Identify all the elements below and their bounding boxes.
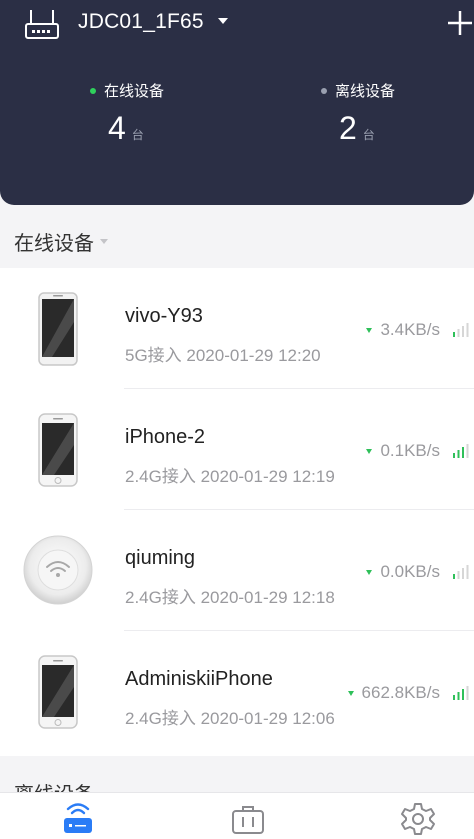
device-speed: 3.4KB/s <box>366 320 440 340</box>
device-speed-value: 0.0KB/s <box>380 562 440 581</box>
device-list: vivo-Y93 5G接入 2020-01-29 12:20 3.4KB/s i… <box>0 268 474 756</box>
iphone-icon <box>38 413 78 487</box>
app-screen: JDC01_1F65 在线设备 4台 离线设备 2台 在线设备 vivo-Y93… <box>0 0 474 839</box>
offline-count: 2 <box>339 110 357 146</box>
online-label: 在线设备 <box>104 83 165 100</box>
online-section-title: 在线设备 <box>14 233 94 255</box>
online-section-header[interactable]: 在线设备 <box>14 227 108 256</box>
phone-icon <box>38 292 78 366</box>
download-arrow-icon <box>347 690 354 696</box>
download-arrow-icon <box>366 569 373 575</box>
signal-weak-icon <box>453 323 469 337</box>
signal-strong-icon <box>453 686 469 700</box>
settings-gear-icon[interactable] <box>400 801 436 837</box>
device-name: qiuming <box>125 547 196 569</box>
iphone-icon <box>38 655 78 729</box>
offline-stat[interactable]: 离线设备 2台 <box>321 80 396 146</box>
signal-strong-icon <box>453 444 469 458</box>
bottom-tab-bar <box>0 792 474 839</box>
device-speed-value: 0.1KB/s <box>380 441 440 460</box>
online-dot-icon <box>90 87 96 94</box>
online-unit: 台 <box>131 128 144 142</box>
device-connection-info: 5G接入 2020-01-29 12:20 <box>125 346 321 365</box>
router-wifi-icon[interactable] <box>60 801 96 837</box>
device-connection-info: 2.4G接入 2020-01-29 12:06 <box>125 709 335 728</box>
device-speed-value: 3.4KB/s <box>380 320 440 339</box>
signal-weak-icon <box>453 565 469 579</box>
caret-down-icon[interactable] <box>218 18 228 24</box>
router-icon[interactable] <box>24 8 60 42</box>
online-stat[interactable]: 在线设备 4台 <box>90 80 165 146</box>
download-arrow-icon <box>366 327 373 333</box>
device-speed-value: 662.8KB/s <box>361 683 440 702</box>
device-row[interactable]: iPhone-2 2.4G接入 2020-01-29 12:19 0.1KB/s <box>0 389 474 510</box>
download-arrow-icon <box>366 448 373 454</box>
router-name[interactable]: JDC01_1F65 <box>78 10 204 34</box>
online-count: 4 <box>108 110 126 146</box>
device-speed: 662.8KB/s <box>347 683 440 703</box>
device-name: vivo-Y93 <box>125 305 203 327</box>
device-row[interactable]: vivo-Y93 5G接入 2020-01-29 12:20 3.4KB/s <box>0 268 474 389</box>
caret-down-icon <box>100 239 108 244</box>
wifi-device-icon <box>23 535 93 605</box>
device-row[interactable]: AdminiskiiPhone 2.4G接入 2020-01-29 12:06 … <box>0 631 474 752</box>
plus-icon[interactable] <box>447 10 473 36</box>
device-speed: 0.1KB/s <box>366 441 440 461</box>
device-connection-info: 2.4G接入 2020-01-29 12:18 <box>125 588 335 607</box>
device-connection-info: 2.4G接入 2020-01-29 12:19 <box>125 467 335 486</box>
toolbox-icon[interactable] <box>230 801 266 837</box>
device-name: AdminiskiiPhone <box>125 668 273 690</box>
router-header: JDC01_1F65 在线设备 4台 离线设备 2台 <box>0 0 474 205</box>
device-row[interactable]: qiuming 2.4G接入 2020-01-29 12:18 0.0KB/s <box>0 510 474 631</box>
offline-label: 离线设备 <box>335 83 396 100</box>
offline-unit: 台 <box>362 128 375 142</box>
offline-dot-icon <box>321 87 327 94</box>
device-speed: 0.0KB/s <box>366 562 440 582</box>
device-name: iPhone-2 <box>125 426 206 448</box>
